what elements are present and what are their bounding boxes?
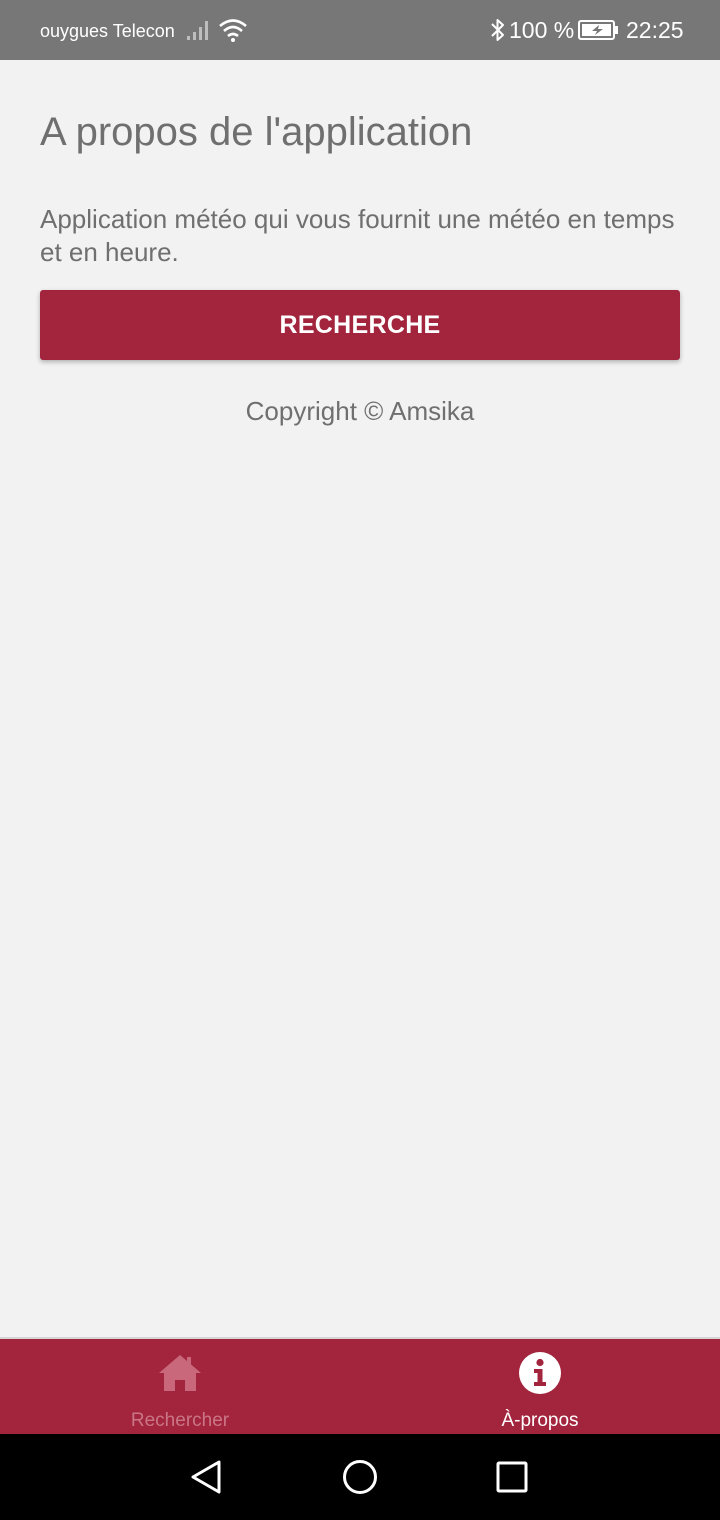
page-title: A propos de l'application — [40, 110, 473, 154]
search-button[interactable]: RECHERCHE — [40, 290, 680, 360]
battery-charging-icon — [578, 19, 620, 46]
back-icon[interactable] — [183, 1454, 229, 1500]
recent-apps-icon[interactable] — [489, 1454, 535, 1500]
signal-icon — [186, 18, 212, 47]
bluetooth-icon — [489, 17, 507, 48]
app-description: Application météo qui vous fournit une m… — [40, 204, 675, 267]
status-bar: ouygues Telecon 100 % 22:25 — [0, 0, 720, 60]
copyright-text: Copyright © Amsika — [245, 396, 475, 426]
carrier-name: ouygues Telecon — [40, 21, 174, 41]
tab-label-rechercher: Rechercher — [130, 1410, 230, 1431]
battery-percentage: 100 % — [509, 17, 575, 43]
tab-label-a-propos: À-propos — [501, 1410, 579, 1431]
home-icon — [158, 1351, 202, 1395]
bottom-tab-bar: Rechercher À-propos — [0, 1337, 720, 1434]
info-icon — [518, 1351, 562, 1395]
tab-a-propos[interactable]: À-propos — [360, 1339, 720, 1434]
system-navigation-bar — [0, 1434, 720, 1520]
wifi-icon — [218, 17, 248, 48]
clock: 22:25 — [626, 17, 684, 43]
home-circle-icon[interactable] — [337, 1454, 383, 1500]
tab-rechercher[interactable]: Rechercher — [0, 1339, 360, 1434]
